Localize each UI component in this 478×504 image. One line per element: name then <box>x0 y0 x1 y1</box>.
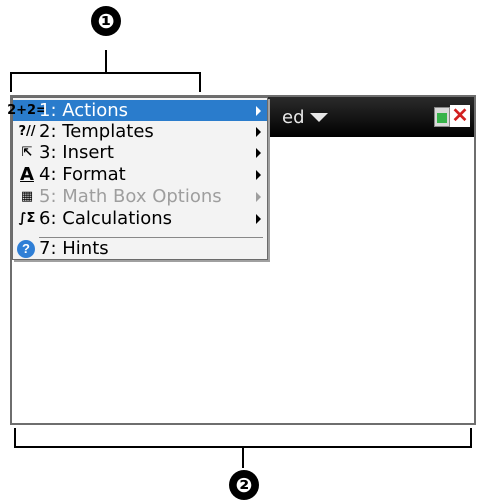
submenu-arrow-icon <box>256 127 261 137</box>
templates-icon: ?// <box>18 124 36 139</box>
bracket-top-stem <box>105 50 107 72</box>
help-circle-icon: ? <box>17 239 35 258</box>
context-menu: 2+2= 1: Actions ?// 2: Templates ⇱ 3: In… <box>7 97 268 260</box>
menu-item-label: 3: Insert <box>39 142 114 163</box>
close-icon[interactable]: ✕ <box>450 105 470 127</box>
bracket-bottom-stem <box>242 448 244 468</box>
submenu-arrow-icon <box>256 106 261 116</box>
menu-item-label: 7: Hints <box>39 238 109 259</box>
callout-1: ❶ <box>91 6 121 36</box>
menu-item-actions[interactable]: 2+2= 1: Actions <box>7 100 267 121</box>
menu-item-label: 1: Actions <box>39 100 129 121</box>
bracket-work-area <box>14 428 472 448</box>
menu-item-label: 6: Calculations <box>39 208 173 229</box>
menu-item-label: 2: Templates <box>39 121 154 142</box>
callout-2: ❷ <box>229 470 259 500</box>
battery-icon <box>434 107 450 127</box>
menu-item-format[interactable]: A 4: Format <box>13 164 267 185</box>
calculations-icon: ∫Σ <box>18 211 36 226</box>
insert-icon: ⇱ <box>21 145 33 160</box>
document-title[interactable]: ed <box>282 107 305 128</box>
actions-icon: 2+2= <box>7 103 47 118</box>
menu-item-label: 4: Format <box>39 164 126 185</box>
menu-item-insert[interactable]: ⇱ 3: Insert <box>13 142 267 163</box>
menu-item-calculations[interactable]: ∫Σ 6: Calculations <box>13 208 267 229</box>
bracket-menu <box>10 72 201 92</box>
menu-item-label: 5: Math Box Options <box>39 186 222 207</box>
menu-item-math-box-options: ▦ 5: Math Box Options <box>13 186 267 207</box>
chevron-down-icon[interactable] <box>310 113 328 122</box>
math-box-icon: ▦ <box>20 189 34 204</box>
submenu-arrow-icon <box>256 148 261 158</box>
menu-item-templates[interactable]: ?// 2: Templates <box>13 121 267 142</box>
submenu-arrow-icon <box>256 170 261 180</box>
submenu-arrow-icon <box>256 214 261 224</box>
submenu-arrow-icon <box>256 192 261 202</box>
menu-item-hints[interactable]: ? 7: Hints <box>13 238 267 259</box>
format-icon: A <box>20 164 34 185</box>
